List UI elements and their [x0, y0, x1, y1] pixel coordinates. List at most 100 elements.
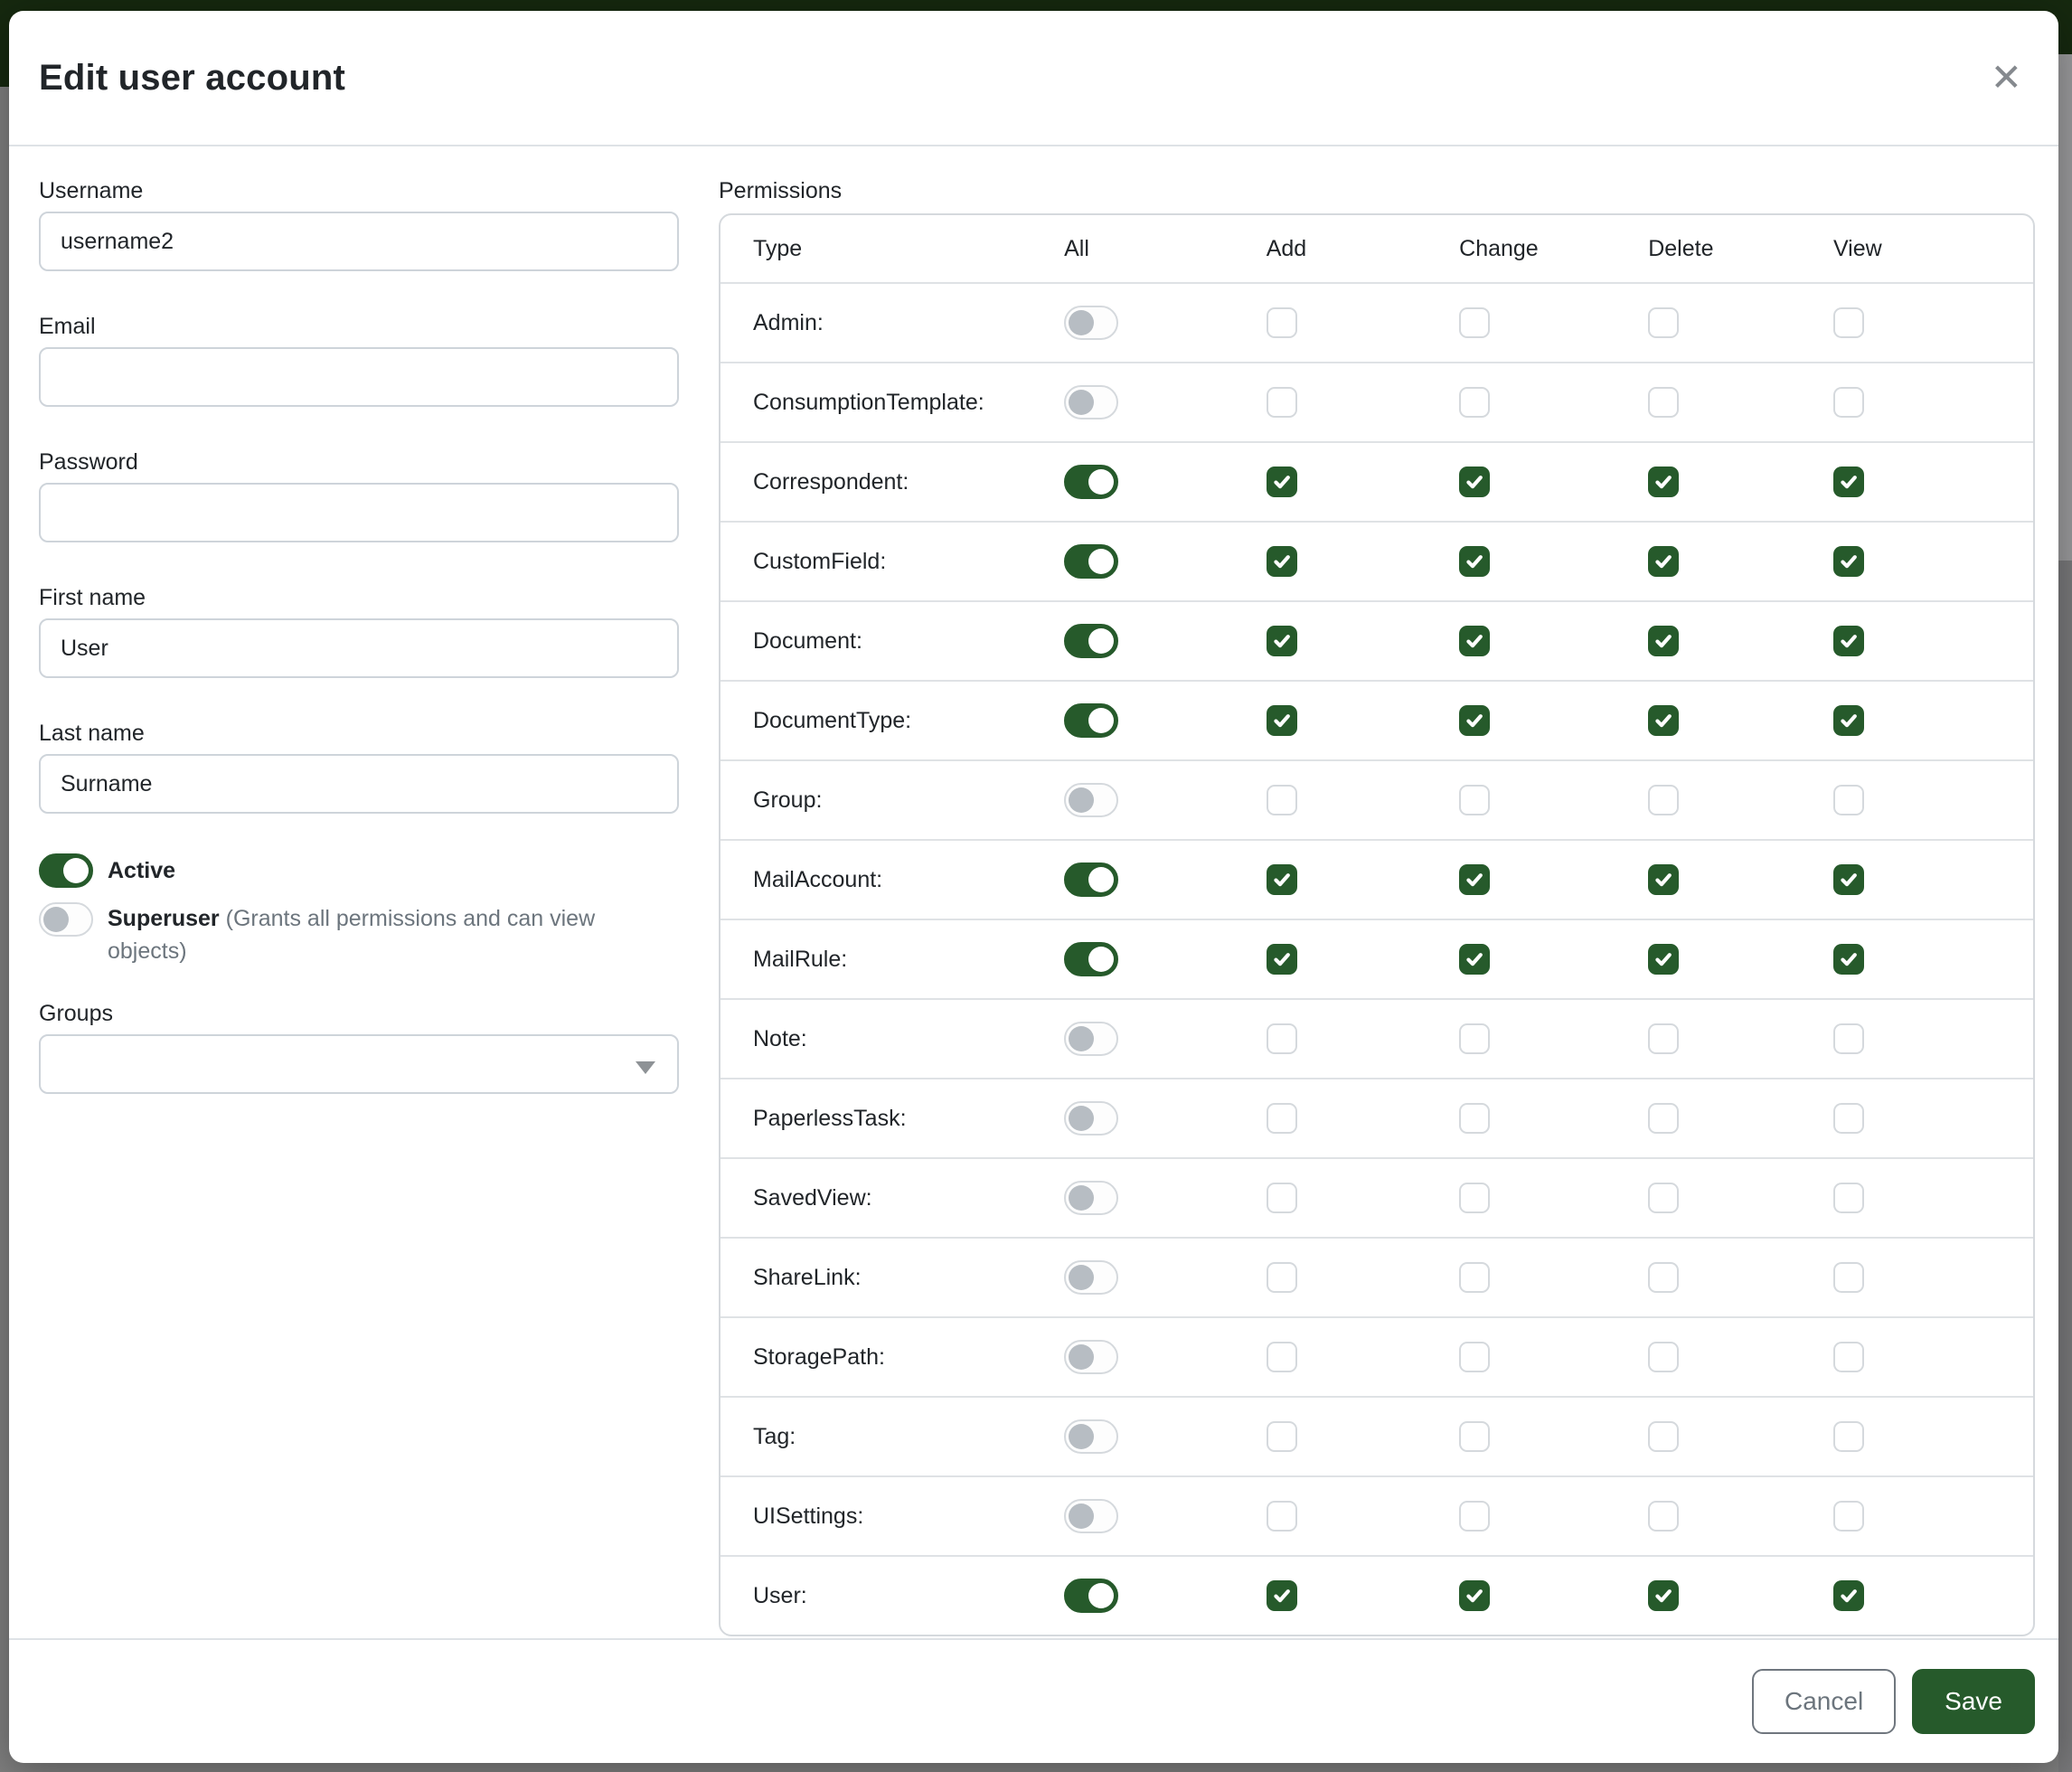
perm-user-view-checkbox[interactable]: [1833, 1580, 1864, 1611]
perm-correspondent-add-checkbox[interactable]: [1267, 467, 1297, 497]
perm-admin-change-checkbox[interactable]: [1459, 307, 1490, 338]
password-field[interactable]: [39, 483, 679, 542]
permission-type-label: User:: [753, 1583, 807, 1609]
username-input[interactable]: [39, 212, 679, 271]
perm-tag-all-toggle[interactable]: [1064, 1419, 1118, 1454]
perm-tag-change-checkbox[interactable]: [1459, 1421, 1490, 1452]
permission-type-label: CustomField:: [753, 549, 886, 575]
perm-paperlesstask-view-checkbox[interactable]: [1833, 1103, 1864, 1134]
perm-paperlesstask-delete-checkbox[interactable]: [1648, 1103, 1679, 1134]
perm-documenttype-all-toggle[interactable]: [1064, 703, 1118, 738]
perm-document-view-checkbox[interactable]: [1833, 626, 1864, 656]
perm-storagepath-all-toggle[interactable]: [1064, 1340, 1118, 1374]
perm-mailaccount-view-checkbox[interactable]: [1833, 864, 1864, 895]
close-button[interactable]: ✕: [1982, 53, 2031, 102]
perm-uisettings-view-checkbox[interactable]: [1833, 1501, 1864, 1532]
perm-documenttype-view-checkbox[interactable]: [1833, 705, 1864, 736]
perm-customfield-add-checkbox[interactable]: [1267, 546, 1297, 577]
perm-customfield-change-checkbox[interactable]: [1459, 546, 1490, 577]
perm-sharelink-all-toggle[interactable]: [1064, 1260, 1118, 1295]
perm-group-delete-checkbox[interactable]: [1648, 785, 1679, 815]
perm-uisettings-all-toggle[interactable]: [1064, 1499, 1118, 1533]
cancel-button[interactable]: Cancel: [1752, 1669, 1896, 1734]
perm-customfield-all-toggle[interactable]: [1064, 544, 1118, 579]
perm-consumptiontemplate-all-toggle[interactable]: [1064, 385, 1118, 419]
perm-admin-add-checkbox[interactable]: [1267, 307, 1297, 338]
page-scrollbar[interactable]: [2058, 54, 2072, 1772]
active-toggle[interactable]: [39, 853, 93, 888]
perm-mailaccount-add-checkbox[interactable]: [1267, 864, 1297, 895]
perm-user-change-checkbox[interactable]: [1459, 1580, 1490, 1611]
perm-tag-view-checkbox[interactable]: [1833, 1421, 1864, 1452]
perm-documenttype-delete-checkbox[interactable]: [1648, 705, 1679, 736]
perm-paperlesstask-add-checkbox[interactable]: [1267, 1103, 1297, 1134]
perm-group-add-checkbox[interactable]: [1267, 785, 1297, 815]
perm-savedview-all-toggle[interactable]: [1064, 1181, 1118, 1215]
perm-consumptiontemplate-change-checkbox[interactable]: [1459, 387, 1490, 418]
perm-tag-add-checkbox[interactable]: [1267, 1421, 1297, 1452]
page-scrollbar-thumb[interactable]: [2058, 54, 2072, 561]
perm-sharelink-view-checkbox[interactable]: [1833, 1262, 1864, 1293]
perm-storagepath-change-checkbox[interactable]: [1459, 1342, 1490, 1372]
perm-mailaccount-change-checkbox[interactable]: [1459, 864, 1490, 895]
perm-note-delete-checkbox[interactable]: [1648, 1023, 1679, 1054]
perm-savedview-view-checkbox[interactable]: [1833, 1183, 1864, 1213]
perm-sharelink-add-checkbox[interactable]: [1267, 1262, 1297, 1293]
perm-mailrule-add-checkbox[interactable]: [1267, 944, 1297, 975]
perm-customfield-delete-checkbox[interactable]: [1648, 546, 1679, 577]
perm-savedview-change-checkbox[interactable]: [1459, 1183, 1490, 1213]
superuser-toggle[interactable]: [39, 902, 93, 937]
perm-admin-all-toggle[interactable]: [1064, 306, 1118, 340]
perm-document-add-checkbox[interactable]: [1267, 626, 1297, 656]
perm-uisettings-change-checkbox[interactable]: [1459, 1501, 1490, 1532]
email-field[interactable]: [39, 347, 679, 407]
perm-consumptiontemplate-view-checkbox[interactable]: [1833, 387, 1864, 418]
perm-mailrule-delete-checkbox[interactable]: [1648, 944, 1679, 975]
perm-document-delete-checkbox[interactable]: [1648, 626, 1679, 656]
perm-user-add-checkbox[interactable]: [1267, 1580, 1297, 1611]
perm-correspondent-view-checkbox[interactable]: [1833, 467, 1864, 497]
perm-mailaccount-delete-checkbox[interactable]: [1648, 864, 1679, 895]
perm-storagepath-view-checkbox[interactable]: [1833, 1342, 1864, 1372]
perm-uisettings-add-checkbox[interactable]: [1267, 1501, 1297, 1532]
perm-consumptiontemplate-delete-checkbox[interactable]: [1648, 387, 1679, 418]
perm-documenttype-add-checkbox[interactable]: [1267, 705, 1297, 736]
perm-mailrule-view-checkbox[interactable]: [1833, 944, 1864, 975]
perm-user-delete-checkbox[interactable]: [1648, 1580, 1679, 1611]
perm-group-view-checkbox[interactable]: [1833, 785, 1864, 815]
perm-savedview-delete-checkbox[interactable]: [1648, 1183, 1679, 1213]
perm-correspondent-change-checkbox[interactable]: [1459, 467, 1490, 497]
perm-storagepath-delete-checkbox[interactable]: [1648, 1342, 1679, 1372]
perm-note-change-checkbox[interactable]: [1459, 1023, 1490, 1054]
perm-note-add-checkbox[interactable]: [1267, 1023, 1297, 1054]
perm-sharelink-delete-checkbox[interactable]: [1648, 1262, 1679, 1293]
perm-tag-delete-checkbox[interactable]: [1648, 1421, 1679, 1452]
perm-savedview-add-checkbox[interactable]: [1267, 1183, 1297, 1213]
last-name-input[interactable]: [39, 754, 679, 814]
perm-admin-delete-checkbox[interactable]: [1648, 307, 1679, 338]
perm-group-all-toggle[interactable]: [1064, 783, 1118, 817]
perm-admin-view-checkbox[interactable]: [1833, 307, 1864, 338]
perm-sharelink-change-checkbox[interactable]: [1459, 1262, 1490, 1293]
perm-storagepath-add-checkbox[interactable]: [1267, 1342, 1297, 1372]
perm-customfield-view-checkbox[interactable]: [1833, 546, 1864, 577]
perm-documenttype-change-checkbox[interactable]: [1459, 705, 1490, 736]
perm-paperlesstask-change-checkbox[interactable]: [1459, 1103, 1490, 1134]
perm-note-all-toggle[interactable]: [1064, 1022, 1118, 1056]
perm-note-view-checkbox[interactable]: [1833, 1023, 1864, 1054]
perm-document-all-toggle[interactable]: [1064, 624, 1118, 658]
perm-document-change-checkbox[interactable]: [1459, 626, 1490, 656]
perm-uisettings-delete-checkbox[interactable]: [1648, 1501, 1679, 1532]
perm-user-all-toggle[interactable]: [1064, 1579, 1118, 1613]
perm-mailrule-all-toggle[interactable]: [1064, 942, 1118, 976]
save-button[interactable]: Save: [1912, 1669, 2035, 1734]
groups-select[interactable]: [39, 1034, 679, 1094]
perm-consumptiontemplate-add-checkbox[interactable]: [1267, 387, 1297, 418]
perm-correspondent-all-toggle[interactable]: [1064, 465, 1118, 499]
perm-correspondent-delete-checkbox[interactable]: [1648, 467, 1679, 497]
perm-mailrule-change-checkbox[interactable]: [1459, 944, 1490, 975]
first-name-input[interactable]: [39, 618, 679, 678]
perm-mailaccount-all-toggle[interactable]: [1064, 862, 1118, 897]
perm-paperlesstask-all-toggle[interactable]: [1064, 1101, 1118, 1136]
perm-group-change-checkbox[interactable]: [1459, 785, 1490, 815]
